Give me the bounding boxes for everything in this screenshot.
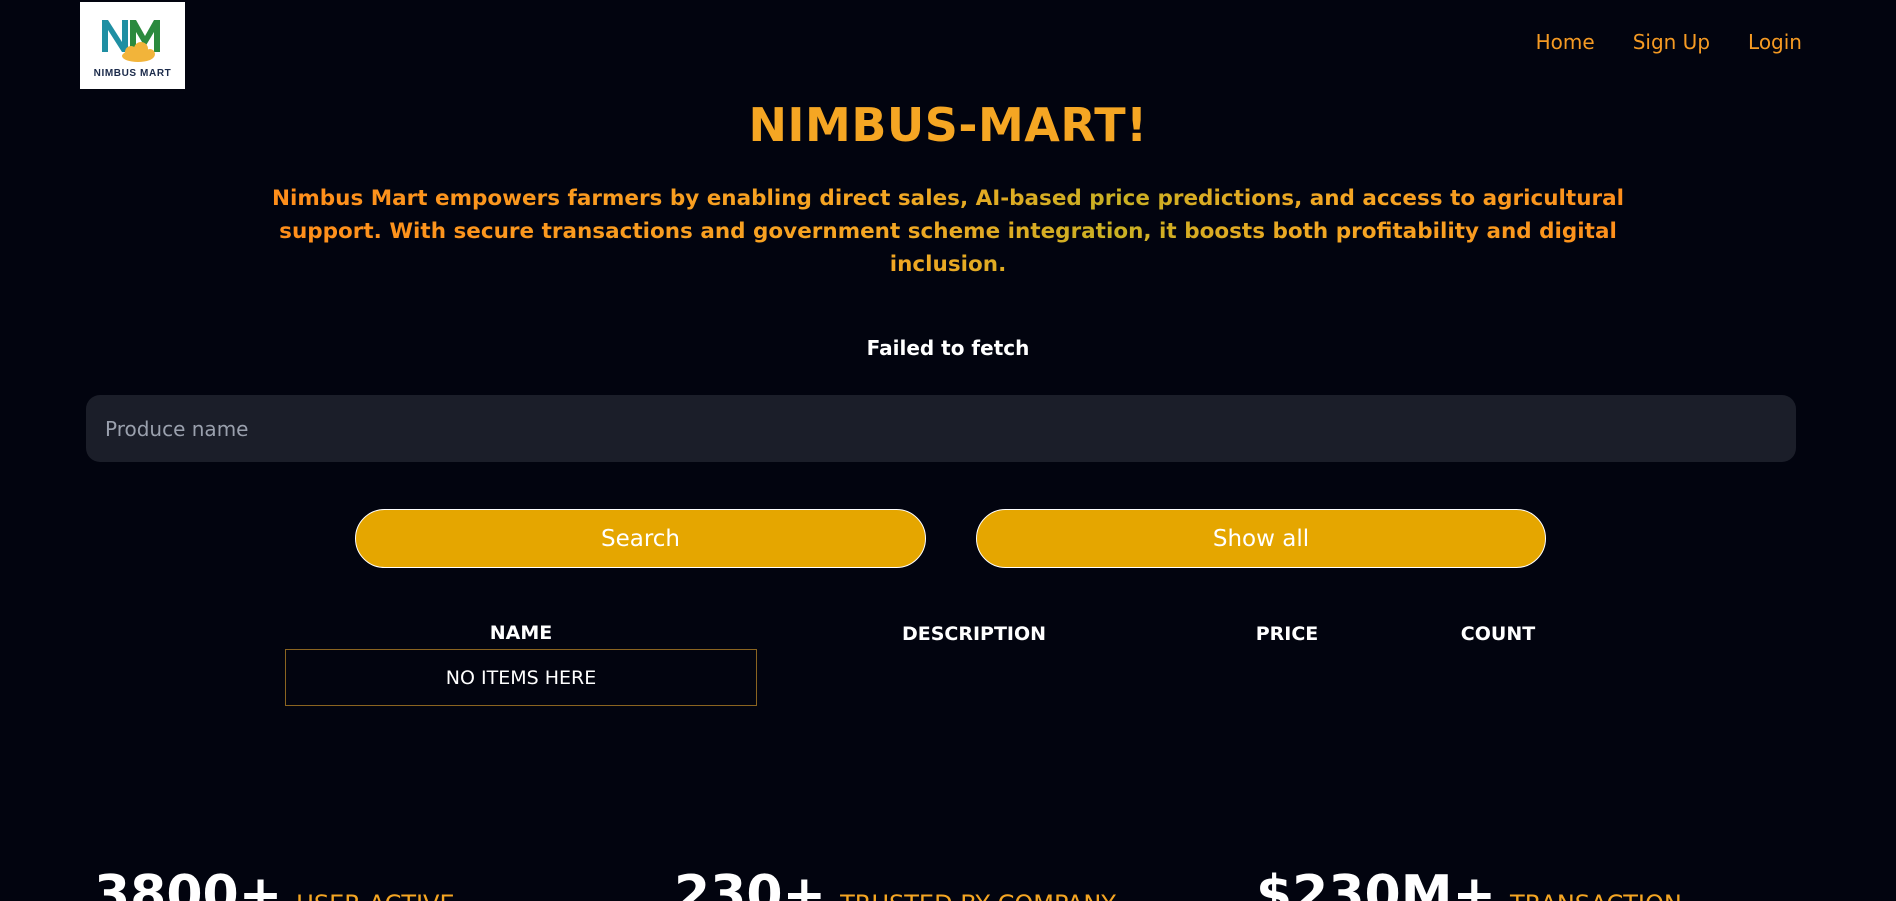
stat-transactions: $230M+ TRANSACTION (1256, 865, 1682, 901)
column-header-price: PRICE (1255, 623, 1319, 645)
top-nav: Home Sign Up Login (1536, 30, 1802, 54)
stat-label: USER ACTIVE (296, 890, 454, 901)
stat-users: 3800+ USER ACTIVE (94, 865, 455, 901)
page-title: NIMBUS-MART! (748, 98, 1148, 152)
show-all-button[interactable]: Show all (976, 509, 1546, 568)
column-header-description: DESCRIPTION (901, 623, 1047, 645)
column-header-count: COUNT (1460, 623, 1536, 645)
nav-login-link[interactable]: Login (1748, 30, 1802, 54)
produce-search-input[interactable] (86, 395, 1796, 462)
page: NIMBUS MART Home Sign Up Login NIMBUS-MA… (0, 0, 1896, 901)
stat-label: TRANSACTION (1510, 890, 1682, 901)
stat-label: TRUSTED BY COMPANY (840, 890, 1116, 901)
hero-description: Nimbus Mart empowers farmers by enabling… (240, 182, 1656, 281)
column-header-name: NAME (489, 622, 553, 644)
stat-number: $230M+ (1256, 865, 1497, 901)
stat-companies: 230+ TRUSTED BY COMPANY (674, 865, 1116, 901)
nav-signup-link[interactable]: Sign Up (1633, 30, 1710, 54)
empty-table-message: NO ITEMS HERE (285, 649, 757, 706)
stat-number: 3800+ (94, 865, 283, 901)
stat-number: 230+ (674, 865, 827, 901)
logo-text: NIMBUS MART (93, 68, 172, 79)
nimbus-mart-logo-icon (101, 20, 160, 62)
fetch-status-message: Failed to fetch (866, 336, 1030, 360)
nav-home-link[interactable]: Home (1536, 30, 1595, 54)
logo[interactable]: NIMBUS MART (80, 2, 185, 89)
search-button[interactable]: Search (355, 509, 926, 568)
